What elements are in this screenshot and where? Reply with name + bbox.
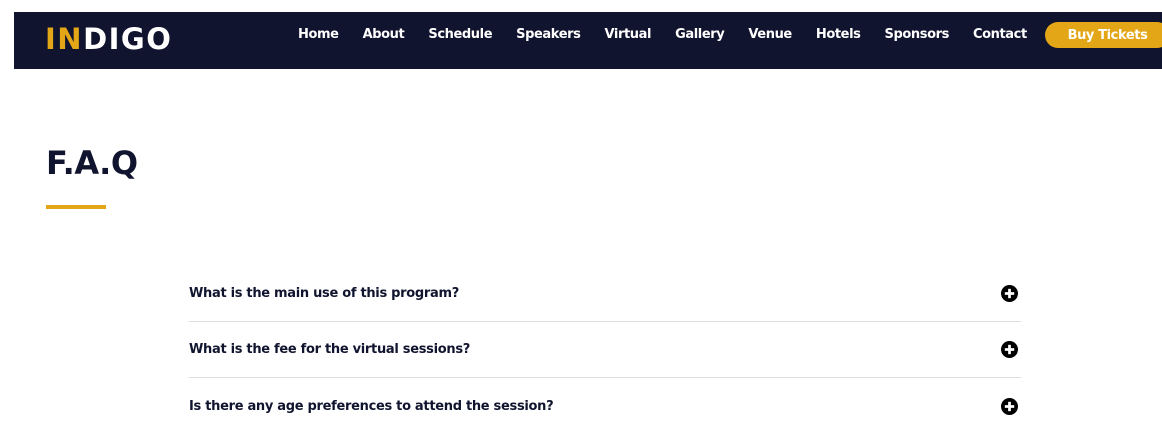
nav-link-speakers[interactable]: Speakers (516, 27, 581, 42)
nav-link-sponsors[interactable]: Sponsors (884, 27, 949, 42)
nav-link-home[interactable]: Home (298, 27, 339, 42)
plus-circle-icon[interactable] (1001, 397, 1018, 415)
faq-item[interactable]: Is there any age preferences to attend t… (189, 378, 1021, 434)
faq-item[interactable]: What is the main use of this program? (189, 266, 1021, 322)
nav-link-gallery[interactable]: Gallery (675, 27, 725, 42)
nav-link-schedule[interactable]: Schedule (428, 27, 492, 42)
faq-question: What is the fee for the virtual sessions… (189, 342, 471, 357)
nav-link-about[interactable]: About (363, 27, 405, 42)
plus-circle-icon[interactable] (1001, 341, 1018, 358)
plus-circle-icon[interactable] (1001, 285, 1018, 302)
faq-list: What is the main use of this program? Wh… (189, 266, 1021, 434)
logo[interactable]: INDIGO (45, 22, 172, 56)
faq-question: Is there any age preferences to attend t… (189, 398, 554, 414)
navbar: INDIGO Home About Schedule Speakers Virt… (14, 12, 1162, 69)
nav-link-virtual[interactable]: Virtual (604, 27, 651, 42)
nav-link-hotels[interactable]: Hotels (816, 27, 861, 42)
logo-text: DIGO (83, 22, 173, 56)
main-nav: Home About Schedule Speakers Virtual Gal… (298, 12, 1027, 57)
logo-accent: IN (45, 22, 84, 56)
title-underline (46, 205, 106, 209)
faq-question: What is the main use of this program? (189, 286, 459, 301)
page-title: F.A.Q (46, 144, 138, 182)
nav-link-contact[interactable]: Contact (973, 27, 1027, 42)
nav-link-venue[interactable]: Venue (748, 27, 792, 42)
buy-tickets-button[interactable]: Buy Tickets (1045, 22, 1162, 48)
faq-item[interactable]: What is the fee for the virtual sessions… (189, 322, 1021, 378)
